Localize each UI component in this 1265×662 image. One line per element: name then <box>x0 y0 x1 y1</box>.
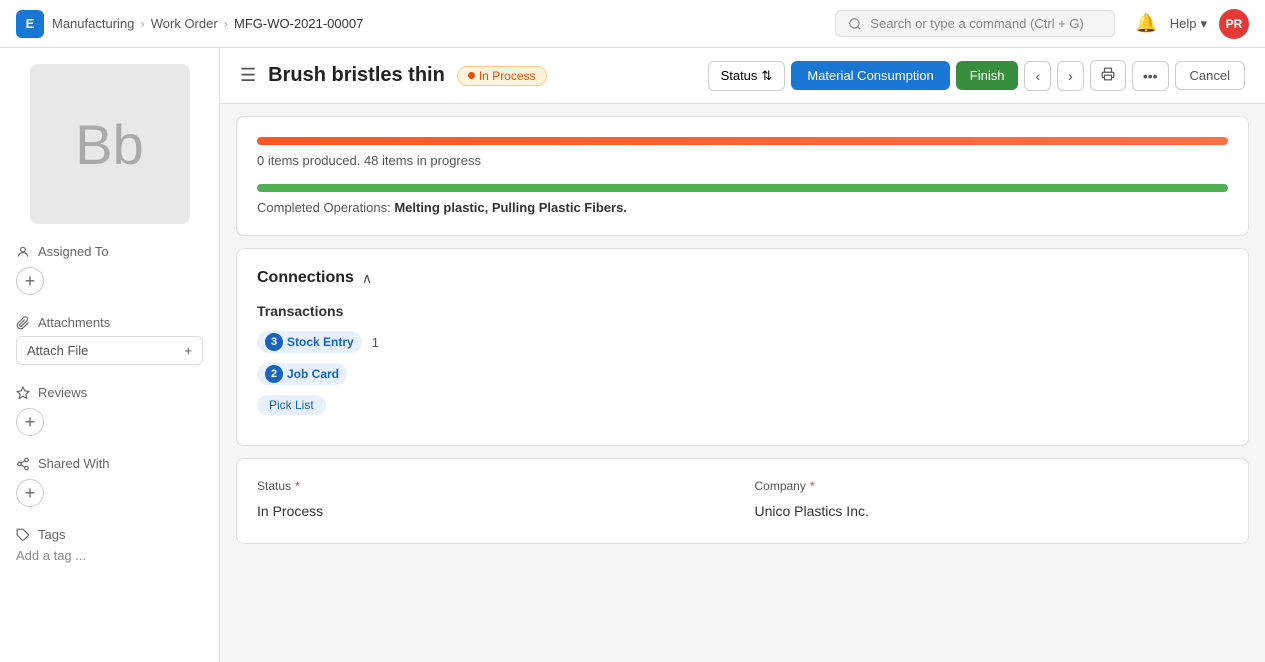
assigned-to-section: Assigned To + <box>16 244 203 295</box>
print-icon <box>1101 67 1115 81</box>
material-consumption-button[interactable]: Material Consumption <box>791 61 949 90</box>
finish-button[interactable]: Finish <box>956 61 1019 90</box>
header-actions: Status ⇅ Material Consumption Finish ‹ ›… <box>708 60 1245 91</box>
status-badge: In Process <box>457 66 547 86</box>
breadcrumb-sep-2: › <box>224 16 228 31</box>
green-progress-container <box>257 184 1228 192</box>
record-avatar: Bb <box>30 64 190 224</box>
green-progress-bar <box>257 184 1228 192</box>
search-icon <box>848 17 862 31</box>
company-field-label: Company * <box>755 479 1229 493</box>
stock-entry-badge[interactable]: 3 Stock Entry <box>257 331 362 353</box>
completed-operations-text: Completed Operations: Melting plastic, P… <box>257 200 1228 215</box>
shared-with-add-button[interactable]: + <box>16 479 44 507</box>
stock-entry-row: 3 Stock Entry 1 <box>257 331 1228 353</box>
sidebar-toggle-icon[interactable]: ☰ <box>240 65 256 86</box>
shared-with-label: Shared With <box>16 456 203 471</box>
sidebar: Bb Assigned To + Attachments Attach File… <box>0 48 220 662</box>
breadcrumb-current: MFG-WO-2021-00007 <box>234 16 363 31</box>
tags-section: Tags Add a tag ... <box>16 527 203 563</box>
page-title: Brush bristles thin <box>268 64 445 87</box>
cancel-button[interactable]: Cancel <box>1175 61 1245 90</box>
shared-with-section: Shared With + <box>16 456 203 507</box>
plus-icon: + <box>184 343 192 358</box>
attach-file-button[interactable]: Attach File + <box>16 336 203 365</box>
add-tag-button[interactable]: Add a tag ... <box>16 548 203 563</box>
attachments-label: Attachments <box>16 315 203 330</box>
status-section-card: Status * In Process Company * Unico Plas… <box>236 458 1249 544</box>
search-placeholder: Search or type a command (Ctrl + G) <box>870 16 1084 31</box>
status-required-indicator: * <box>295 479 300 493</box>
pick-list-badge[interactable]: Pick List <box>257 395 326 415</box>
company-field-value: Unico Plastics Inc. <box>755 499 1229 523</box>
search-bar[interactable]: Search or type a command (Ctrl + G) <box>835 10 1115 37</box>
job-card-badge[interactable]: 2 Job Card <box>257 363 347 385</box>
status-chevron-icon: ⇅ <box>761 68 772 84</box>
star-icon <box>16 386 30 400</box>
attachments-section: Attachments Attach File + <box>16 315 203 365</box>
person-icon <box>16 245 30 259</box>
chevron-down-icon: ▾ <box>1200 16 1207 32</box>
main-layout: Bb Assigned To + Attachments Attach File… <box>0 48 1265 662</box>
reviews-section: Reviews + <box>16 385 203 436</box>
transactions-title: Transactions <box>257 303 1228 319</box>
connections-title: Connections <box>257 269 354 287</box>
more-options-button[interactable]: ••• <box>1132 61 1169 91</box>
company-field: Company * Unico Plastics Inc. <box>755 479 1229 523</box>
connections-header: Connections ∧ <box>257 269 1228 287</box>
assigned-to-label: Assigned To <box>16 244 203 259</box>
breadcrumb-work-order[interactable]: Work Order <box>151 16 218 31</box>
status-field: Status * In Process <box>257 479 731 523</box>
orange-progress-container <box>257 137 1228 145</box>
status-dropdown-button[interactable]: Status ⇅ <box>708 61 786 91</box>
reviews-label: Reviews <box>16 385 203 400</box>
help-button[interactable]: Help ▾ <box>1170 16 1207 32</box>
breadcrumb-sep-1: › <box>140 16 144 31</box>
assigned-to-add-button[interactable]: + <box>16 267 44 295</box>
connections-collapse-icon[interactable]: ∧ <box>362 270 372 287</box>
operations-names: Melting plastic, Pulling Plastic Fibers. <box>394 200 627 215</box>
nav-right: 🔔 Help ▾ PR <box>1135 9 1249 39</box>
reviews-add-button[interactable]: + <box>16 408 44 436</box>
app-icon[interactable]: E <box>16 10 44 38</box>
job-card-row: 2 Job Card <box>257 363 1228 385</box>
status-field-value: In Process <box>257 499 731 523</box>
status-field-label: Status * <box>257 479 731 493</box>
progress-card: 0 items produced. 48 items in progress C… <box>236 116 1249 236</box>
pick-list-row: Pick List <box>257 395 1228 415</box>
status-dot <box>468 72 475 79</box>
bell-icon[interactable]: 🔔 <box>1135 13 1157 34</box>
breadcrumb-manufacturing[interactable]: Manufacturing <box>52 16 134 31</box>
avatar[interactable]: PR <box>1219 9 1249 39</box>
top-navigation: E Manufacturing › Work Order › MFG-WO-20… <box>0 0 1265 48</box>
orange-progress-bar <box>257 137 1228 145</box>
paperclip-icon <box>16 316 30 330</box>
tags-label: Tags <box>16 527 203 542</box>
print-button[interactable] <box>1090 60 1126 91</box>
connections-card: Connections ∧ Transactions 3 Stock Entry… <box>236 248 1249 446</box>
page-header: ☰ Brush bristles thin In Process Status … <box>220 48 1265 104</box>
breadcrumb: Manufacturing › Work Order › MFG-WO-2021… <box>52 16 363 31</box>
company-required-indicator: * <box>810 479 815 493</box>
main-content: ☰ Brush bristles thin In Process Status … <box>220 48 1265 662</box>
stock-entry-count: 1 <box>372 335 379 350</box>
next-record-button[interactable]: › <box>1057 61 1084 91</box>
progress-text: 0 items produced. 48 items in progress <box>257 153 1228 168</box>
tag-icon <box>16 528 30 542</box>
prev-record-button[interactable]: ‹ <box>1024 61 1051 91</box>
share-icon <box>16 457 30 471</box>
status-form-grid: Status * In Process Company * Unico Plas… <box>257 479 1228 523</box>
